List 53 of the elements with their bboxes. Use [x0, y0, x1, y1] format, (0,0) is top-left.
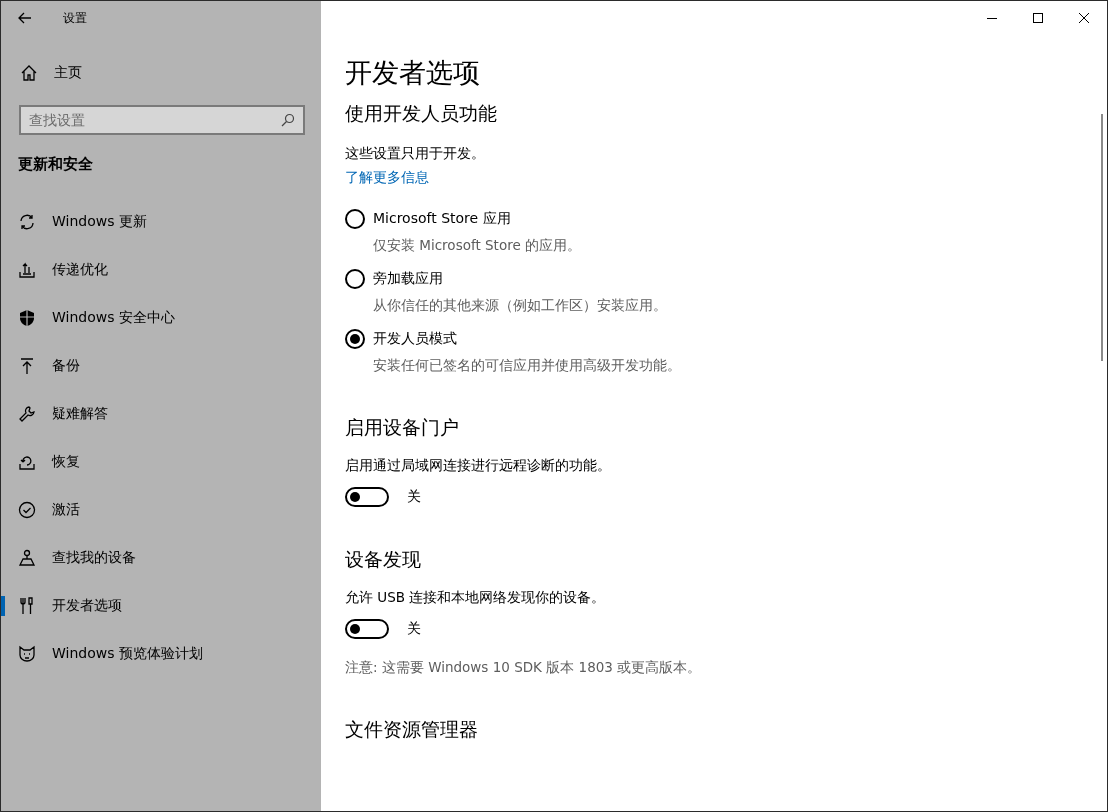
toggle-state-label: 关 [407, 488, 421, 506]
page-title: 开发者选项 [345, 56, 481, 90]
nav-item[interactable]: 恢复 [1, 438, 321, 486]
section-heading: 使用开发人员功能 [345, 101, 498, 126]
section-description: 这些设置只用于开发。 [345, 145, 486, 163]
nav-item[interactable]: Windows 预览体验计划 [1, 630, 321, 678]
section-heading: 启用设备门户 [345, 415, 460, 440]
tools-icon [18, 597, 36, 615]
arrow-up-icon [18, 357, 36, 375]
nav-item[interactable]: Windows 更新 [1, 198, 321, 246]
radio-option[interactable]: Microsoft Store 应用 [345, 209, 1107, 229]
nav-item[interactable]: 传递优化 [1, 246, 321, 294]
section-description: 允许 USB 连接和本地网络发现你的设备。 [345, 589, 607, 607]
nav-item[interactable]: 查找我的设备 [1, 534, 321, 582]
recovery-icon [18, 453, 36, 471]
back-arrow-icon [18, 12, 32, 24]
section-description: 启用通过局域网连接进行远程诊断的功能。 [345, 457, 612, 475]
radio-option[interactable]: 旁加载应用 [345, 269, 1107, 289]
scrollbar[interactable] [1101, 114, 1103, 361]
radio-button[interactable] [345, 209, 365, 229]
radio-option[interactable]: 开发人员模式 [345, 329, 1107, 349]
search-icon [281, 113, 295, 127]
nav-item[interactable]: 开发者选项 [1, 582, 321, 630]
note-text: 注意: 这需要 Windows 10 SDK 版本 1803 或更高版本。 [345, 659, 703, 677]
window-title: 设置 [63, 9, 87, 27]
check-circle-icon [18, 501, 36, 519]
group-title: 更新和安全 [18, 155, 94, 174]
nav-item[interactable]: 激活 [1, 486, 321, 534]
shield-icon [18, 309, 36, 327]
maximize-icon [1033, 13, 1043, 23]
learn-more-link[interactable]: 了解更多信息 [345, 169, 429, 187]
radio-button[interactable] [345, 269, 365, 289]
home-item[interactable]: 主页 [1, 49, 321, 97]
nav-item[interactable]: 疑难解答 [1, 390, 321, 438]
nav-item[interactable]: Windows 安全中心 [1, 294, 321, 342]
option-description: 仅安装 Microsoft Store 的应用。 [373, 237, 582, 255]
section-heading: 文件资源管理器 [345, 717, 479, 742]
toggle-switch[interactable] [345, 619, 389, 639]
wrench-icon [18, 405, 36, 423]
option-description: 从你信任的其他来源（例如工作区）安装应用。 [373, 297, 668, 315]
cat-icon [18, 645, 36, 663]
section-heading: 设备发现 [345, 547, 422, 572]
radio-button[interactable] [345, 329, 365, 349]
upload-tray-icon [18, 261, 36, 279]
option-description: 安装任何已签名的可信应用并使用高级开发功能。 [373, 357, 682, 375]
toggle-state-label: 关 [407, 620, 421, 638]
minimize-icon [987, 17, 997, 19]
search-field[interactable]: 查找设置 [19, 105, 305, 135]
home-icon [20, 64, 38, 82]
nav-item[interactable]: 备份 [1, 342, 321, 390]
close-icon [1079, 13, 1089, 23]
refresh-icon [18, 213, 36, 231]
toggle-switch[interactable] [345, 487, 389, 507]
